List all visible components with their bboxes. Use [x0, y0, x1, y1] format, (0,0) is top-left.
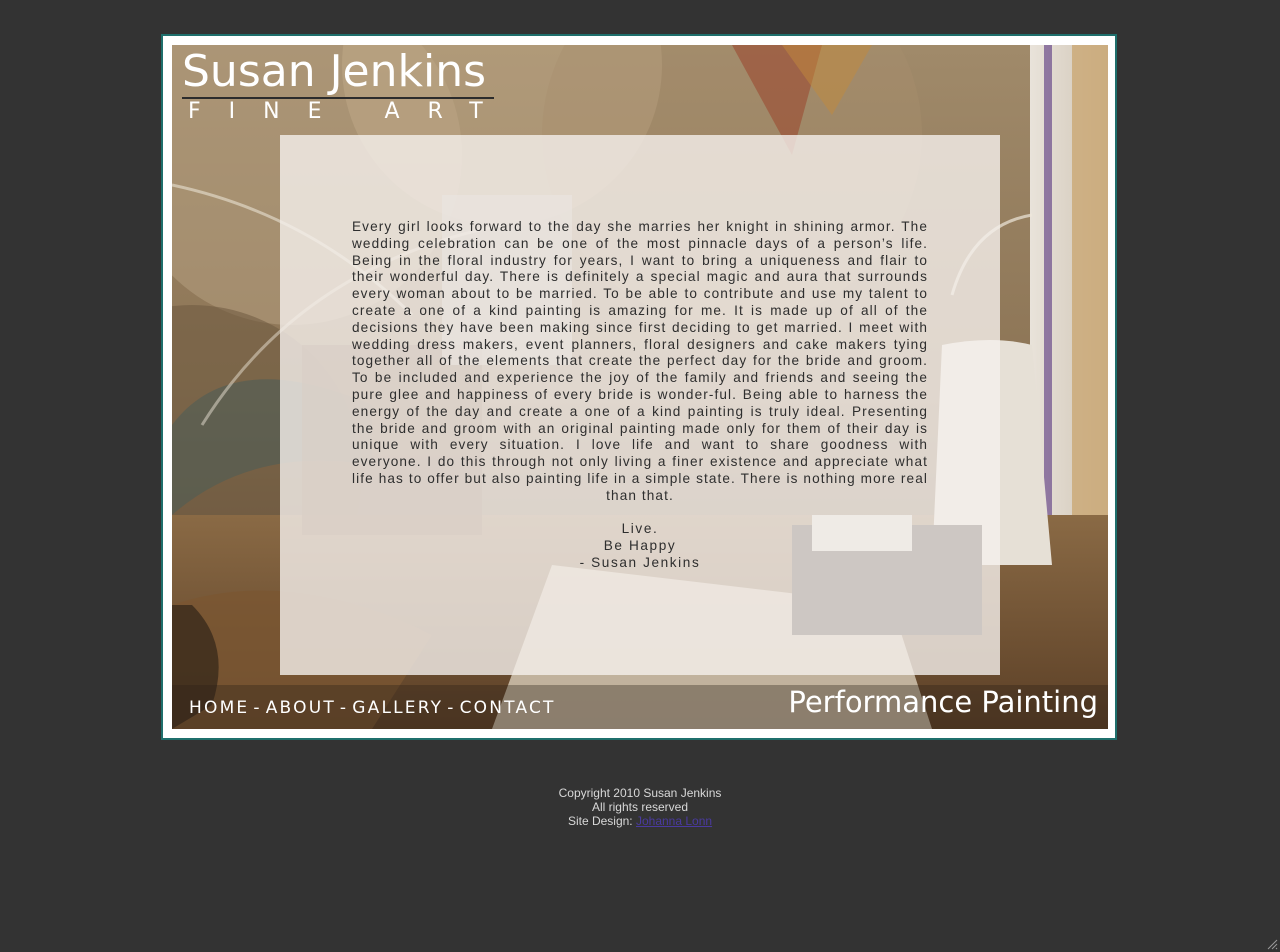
- brand-logo[interactable]: Susan Jenkins FINE ART: [182, 47, 494, 125]
- signoff-line-be-happy: Be Happy: [603, 537, 677, 553]
- footer-credit: Site Design: Johanna Lonn: [440, 814, 840, 828]
- signoff-signature: - Susan Jenkins: [579, 554, 701, 570]
- site-frame: Susan Jenkins FINE ART Every girl looks …: [161, 34, 1117, 740]
- brand-name: Susan Jenkins: [182, 46, 487, 97]
- nav-home-link[interactable]: HOME: [189, 698, 249, 718]
- nav-separator: -: [447, 698, 456, 718]
- site-footer: Copyright 2010 Susan Jenkins All rights …: [440, 786, 840, 828]
- footer-rights: All rights reserved: [591, 800, 689, 814]
- nav-contact-link[interactable]: CONTACT: [460, 698, 556, 718]
- nav-separator: -: [339, 698, 349, 718]
- main-nav: HOME - ABOUT - GALLERY - CONTACT: [189, 697, 556, 719]
- footer-copyright: Copyright 2010 Susan Jenkins: [558, 786, 722, 800]
- studio-photo-background: Susan Jenkins FINE ART Every girl looks …: [172, 45, 1108, 729]
- page-tagline: Performance Painting: [788, 685, 1098, 719]
- nav-separator: -: [253, 698, 262, 718]
- designer-link[interactable]: Johanna Lonn: [636, 814, 712, 828]
- brand-subtitle: FINE ART: [188, 99, 511, 124]
- signoff-line-live: Live.: [621, 521, 659, 536]
- artist-statement: Every girl looks forward to the day she …: [352, 219, 928, 503]
- resize-grip-icon[interactable]: [1266, 938, 1278, 950]
- nav-gallery-link[interactable]: GALLERY: [352, 698, 443, 718]
- footer-design-label: Site Design:: [567, 814, 633, 828]
- content-panel: Every girl looks forward to the day she …: [280, 135, 1000, 675]
- signoff: Live. Be Happy - Susan Jenkins: [352, 521, 928, 571]
- nav-about-link[interactable]: ABOUT: [266, 698, 336, 718]
